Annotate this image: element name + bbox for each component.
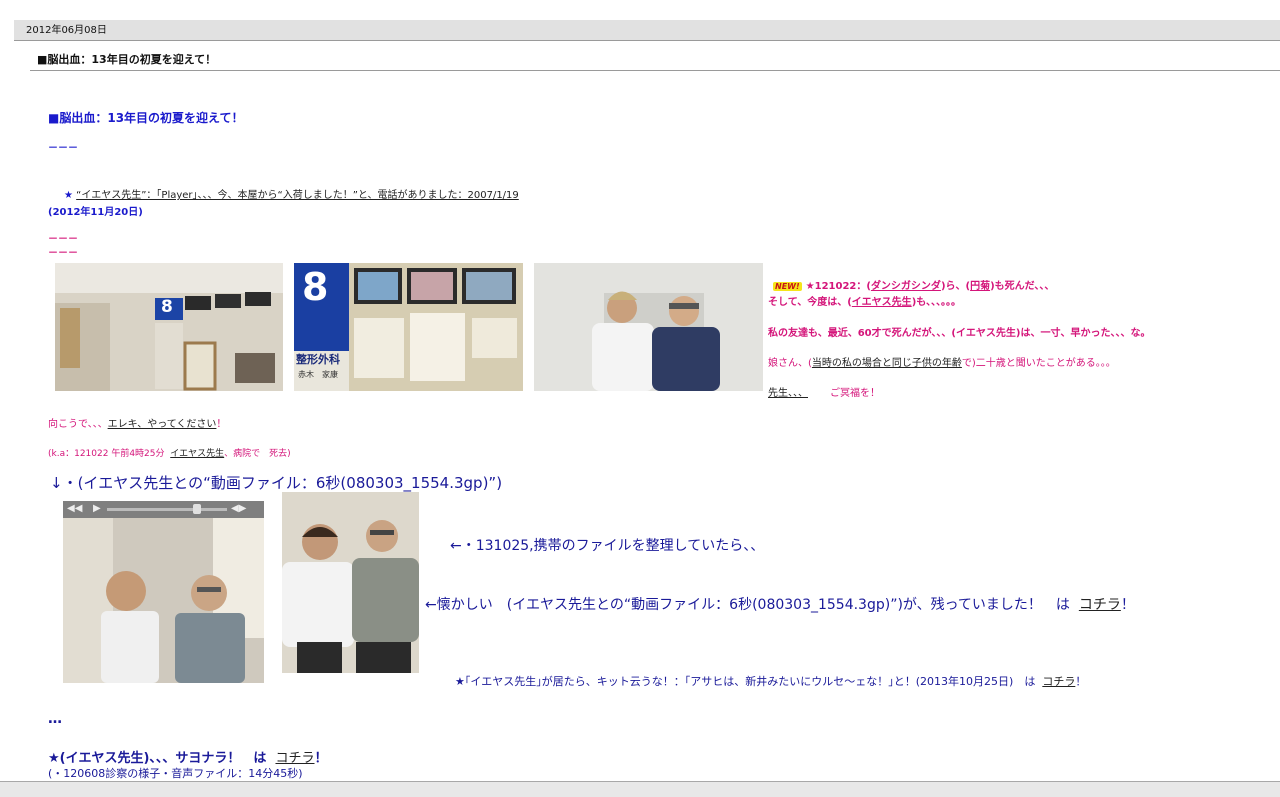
news-line-3: 私の友達も、最近、60才で死んだが、、、(イエヤス先生)は、一寸、早かった、、、… (768, 328, 1151, 339)
department-sign-number: 8 (302, 265, 329, 309)
player-news-date: (2012年11月20日) (48, 207, 143, 218)
date-header: 2012年06月08日 (14, 20, 1280, 41)
kochira-link-video[interactable]: コチラ (1079, 597, 1121, 613)
play-icon[interactable]: ▶ (93, 503, 101, 514)
electric-guitar-line: 向こうで、、、エレキ、やってください！ (48, 419, 227, 430)
news-link-age[interactable]: 当時の私の場合と同じ子供の年齢 (812, 358, 962, 369)
doctor-name-label: 赤木 家康 (298, 370, 338, 379)
note-file-organize: ←・131025,携帯のファイルを整理していたら、、 (450, 538, 765, 554)
player-news-link[interactable]: “イエヤス先生”：｢Player｣、、、今、本屋から“入荷しました！”と、電話が… (76, 190, 519, 201)
news-line-4: 娘さん、(当時の私の場合と同じ子供の年齢で)二十歳と聞いたことがある。。。 (768, 358, 1116, 369)
death-notice-line: (k.a：121022 午前4時25分 イエヤス先生、病院で 死去) (48, 449, 291, 459)
death-notice-link[interactable]: イエヤス先生 (170, 449, 224, 459)
news-line-5: 先生、、、 ご冥福を！ (768, 388, 880, 399)
news-line-1: NEW! ★121022：(ダンシガシンダ)ら、(円菊)も死んだ、、、 (773, 281, 1055, 292)
note-nostalgic: ←懐かしい (イエヤス先生との“動画ファイル：6秒(080303_1554.3g… (425, 597, 1135, 613)
news-link-enkiku[interactable]: 円菊 (970, 281, 990, 292)
article-heading: ■脳出血：13年目の初夏を迎えて！ (48, 111, 244, 125)
player-news-line[interactable]: ★ “イエヤス先生”：｢Player｣、、、今、本屋から“入荷しました！”と、電… (64, 186, 519, 201)
news-link-ieyasu[interactable]: イエヤス先生 (852, 297, 912, 308)
news-link-sensei[interactable]: 先生、、、 (768, 388, 808, 399)
department-sign-photo: 8 整形外科 赤木 家康 (294, 263, 523, 391)
hospital-corridor-photo: 8 (55, 263, 283, 391)
separator: －－－ (48, 143, 78, 154)
volume-icon[interactable]: ◀▶ (231, 503, 246, 514)
kochira-link-asahi[interactable]: コチラ (1042, 675, 1075, 688)
department-sign-label: 整形外科 (296, 353, 340, 366)
two-men-photo (534, 263, 763, 391)
audio-file-line: (・120608診察の様子・音声ファイル：14分45秒) (48, 767, 303, 780)
news-line-2: そして、今度は、(イエヤス先生)も、、、。。。 (768, 297, 961, 308)
news-link-danshi[interactable]: ダンシガシンダ (871, 281, 941, 292)
seek-bar[interactable] (107, 508, 227, 511)
two-men-photo-2 (282, 492, 419, 673)
separator: －－－ (48, 248, 78, 259)
entry-title: ■脳出血：13年目の初夏を迎えて！ (30, 49, 1280, 71)
electric-guitar-link[interactable]: エレキ、やってください (108, 419, 217, 430)
star-icon: ★ (64, 190, 73, 201)
separator: －－－ (48, 234, 78, 245)
room-number-sign: 8 (161, 297, 173, 317)
video-player[interactable]: ◀◀ ▶ ◀▶ (63, 501, 264, 683)
horizontal-scrollbar[interactable] (0, 781, 1280, 797)
note-asahi: ★｢イエヤス先生｣が居たら、キット云うな！：｢アサヒは、新井みたいにウルセ～ェな… (455, 675, 1087, 688)
kochira-link-sayonara[interactable]: コチラ (275, 751, 314, 766)
video-file-line: ↓・(イエヤス先生との“動画ファイル：6秒(080303_1554.3gp)”) (50, 474, 503, 492)
ellipsis: … (48, 711, 62, 727)
seek-handle[interactable] (193, 504, 201, 514)
rewind-icon[interactable]: ◀◀ (67, 503, 82, 514)
sayonara-line: ★(イエヤス先生)、、、サヨナラ！ は コチラ！ (48, 751, 328, 766)
new-badge: NEW! (773, 282, 802, 291)
